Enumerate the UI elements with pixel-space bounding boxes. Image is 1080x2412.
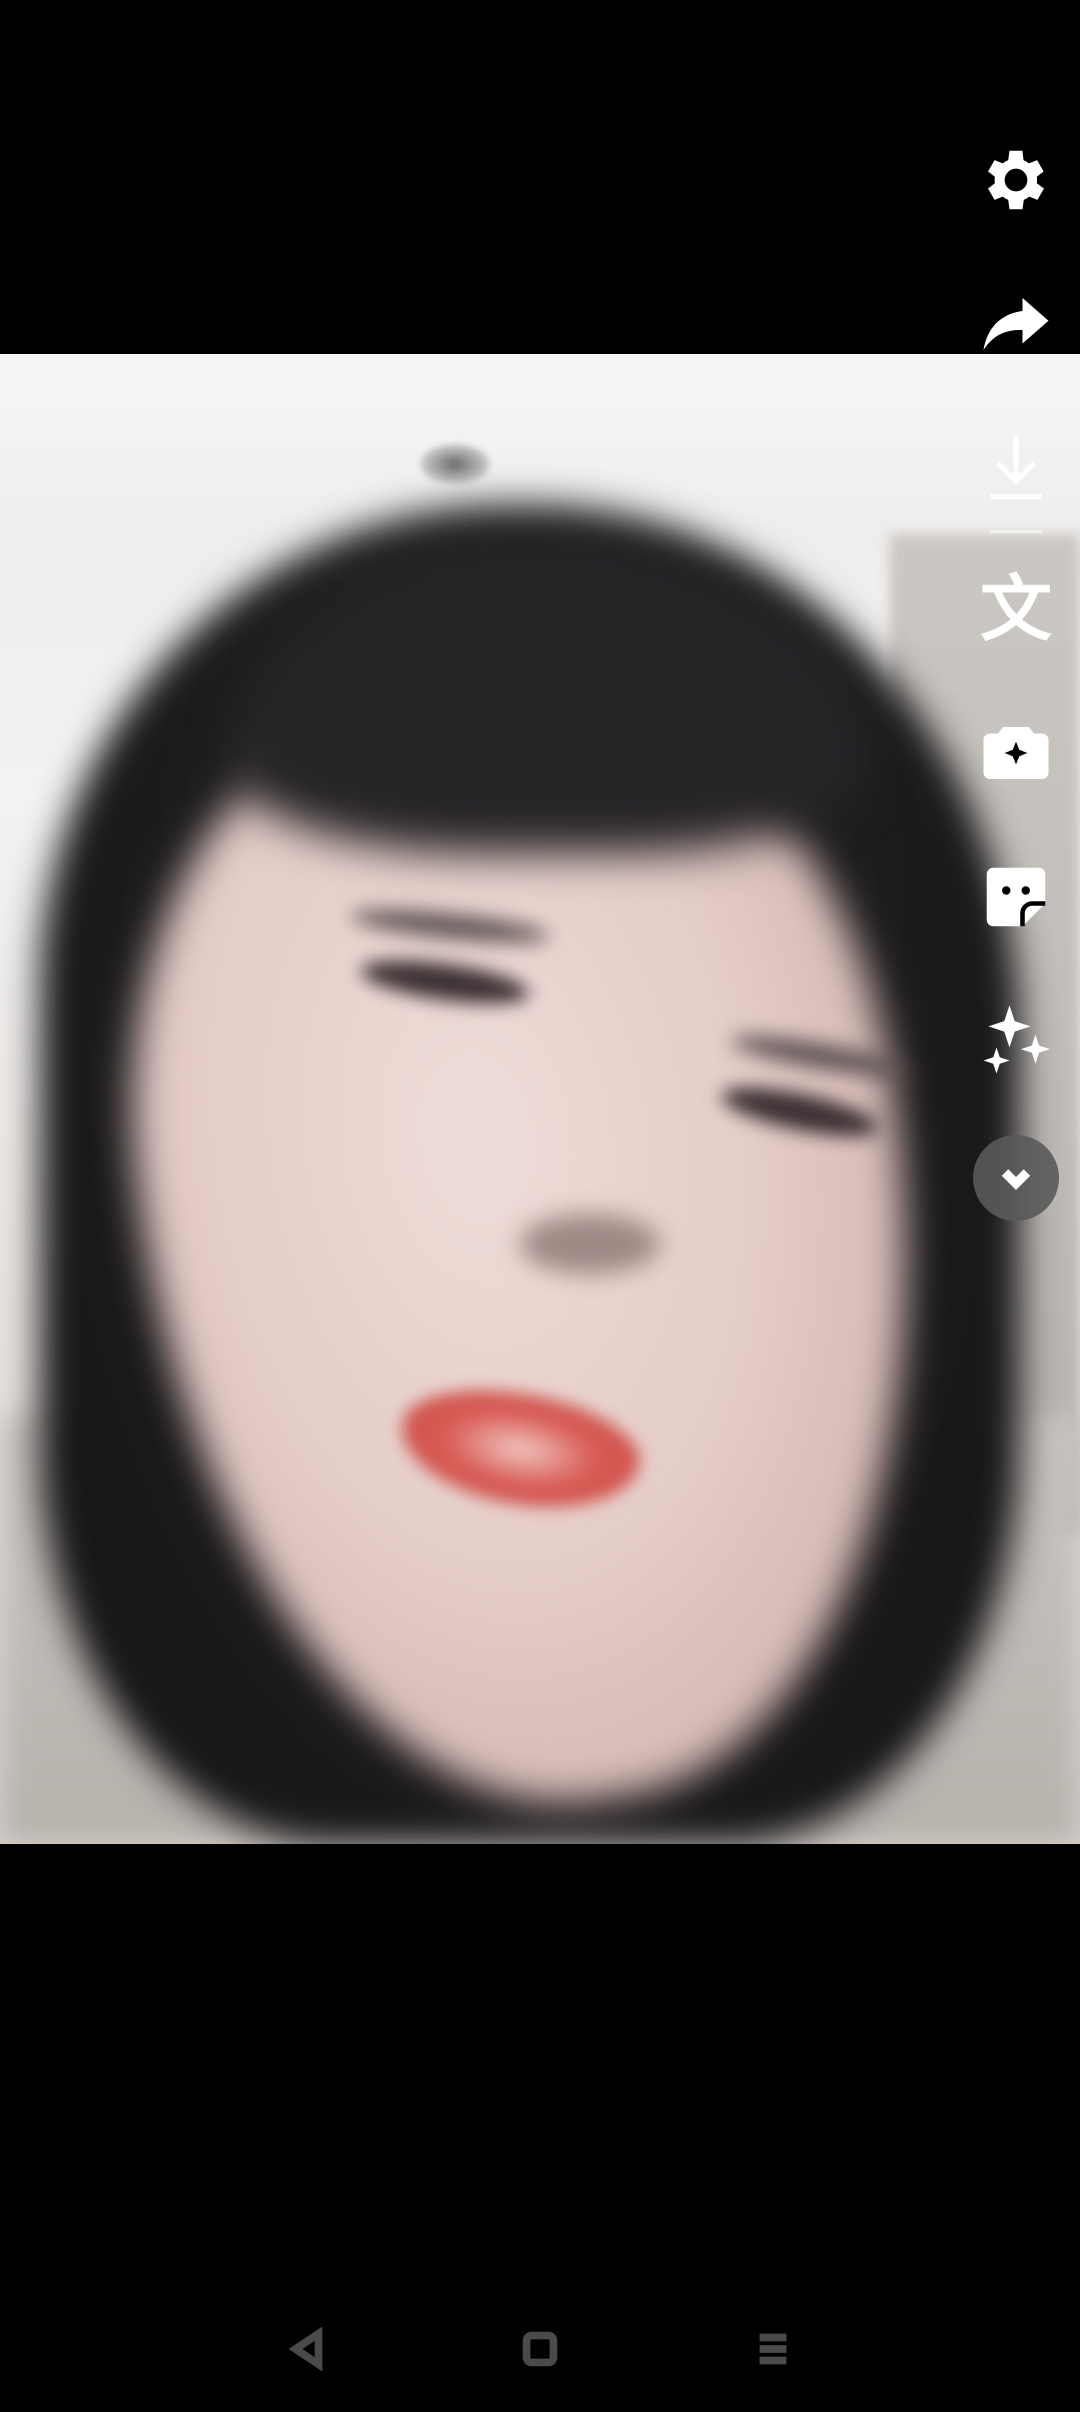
nav-back-button[interactable] bbox=[275, 2317, 339, 2381]
back-triangle-icon bbox=[288, 2326, 322, 2372]
nav-home-button[interactable] bbox=[508, 2317, 572, 2381]
menu-lines-icon bbox=[759, 2333, 787, 2365]
lens-button[interactable] bbox=[966, 703, 1066, 803]
more-tools-button[interactable] bbox=[973, 1135, 1059, 1221]
share-button[interactable] bbox=[966, 274, 1066, 374]
photo-preview[interactable] bbox=[0, 354, 1080, 1844]
download-icon bbox=[990, 435, 1042, 500]
photo-ceiling-light bbox=[420, 444, 490, 484]
gear-icon bbox=[988, 150, 1044, 210]
nav-recents-button[interactable] bbox=[741, 2317, 805, 2381]
share-arrow-icon bbox=[983, 298, 1049, 350]
sticker-icon bbox=[986, 867, 1046, 927]
settings-button[interactable] bbox=[966, 130, 1066, 230]
ai-effects-button[interactable] bbox=[966, 991, 1066, 1091]
editing-toolbar: 文 bbox=[966, 130, 1066, 1265]
story-viewer-screen: 文 bbox=[0, 0, 1080, 2412]
lens-sparkle-icon bbox=[983, 727, 1049, 779]
home-square-icon bbox=[522, 2331, 558, 2367]
photo-ceiling bbox=[0, 354, 1080, 524]
sticker-button[interactable] bbox=[966, 847, 1066, 947]
system-navigation-bar bbox=[0, 2286, 1080, 2412]
download-button[interactable] bbox=[966, 418, 1066, 518]
sparkles-icon bbox=[983, 1005, 1051, 1074]
photo-nose bbox=[520, 1214, 660, 1274]
translate-button[interactable]: 文 bbox=[966, 559, 1066, 659]
toolbar-divider bbox=[990, 530, 1042, 533]
translate-icon: 文 bbox=[979, 567, 1052, 651]
chevron-down-icon bbox=[1001, 1169, 1031, 1190]
